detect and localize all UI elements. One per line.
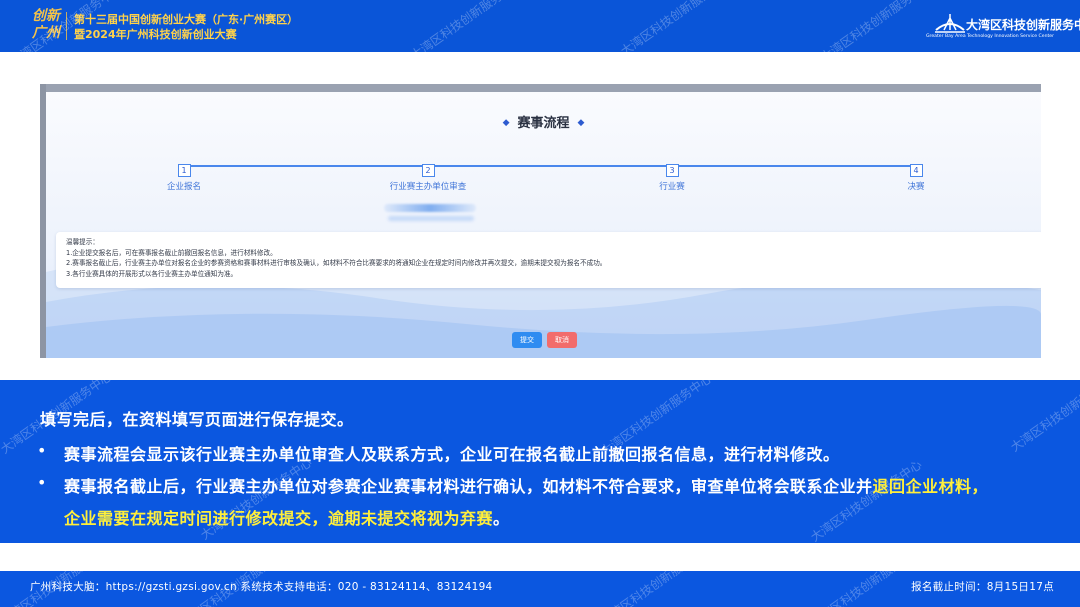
bullet-icon: • — [37, 473, 47, 492]
watermark: 大湾区科技创新服务中心 — [618, 0, 735, 52]
logo-calligraphy-2: 广州 — [32, 25, 60, 41]
diamond-icon: ◆ — [577, 118, 585, 128]
info-line-1: 赛事流程会显示该行业赛主办单位审查人及联系方式，企业可在报名截止前撤回报名信息，… — [64, 445, 840, 464]
info-line-3-end: 。 — [493, 509, 510, 528]
diamond-icon: ◆ — [502, 118, 510, 128]
watermark: 大湾区科技创新服务中心 — [818, 0, 935, 52]
info-highlight-deadline: 企业需要在规定时间进行修改提交，逾期未提交将视为弃赛 — [64, 509, 494, 528]
tip-item: 3.各行业赛具体的开展形式以各行业赛主办单位通知为准。 — [66, 269, 238, 278]
intro-text: 填写完后，在资料填写页面进行保存提交。 — [40, 410, 354, 429]
stepper-line — [184, 165, 914, 167]
step-2: 2 行业赛主办单位审查 — [368, 158, 488, 192]
slide: 创新 广州 第十三届中国创新创业大赛（广东·广州赛区） 暨2024年广州科技创新… — [0, 0, 1080, 607]
step-number: 2 — [421, 164, 435, 177]
submit-button[interactable]: 提交 — [512, 332, 542, 348]
step-number: 3 — [665, 164, 679, 177]
competition-title-line1: 第十三届中国创新创业大赛（广东·广州赛区） — [74, 13, 299, 26]
tip-item: 2.赛事报名截止后，行业赛主办单位对报名企业的参赛资格和赛事材料进行审核及确认，… — [66, 259, 607, 267]
watermark: 大湾区科技创新服务中心 — [807, 571, 925, 607]
watermark: 大湾区科技创新服务中心 — [198, 455, 315, 543]
watermark: 大湾区科技创新服务中心 — [808, 457, 925, 543]
info-line-3: 企业需要在规定时间进行修改提交，逾期未提交将视为弃赛。 — [64, 505, 510, 529]
info-line-2-text: 赛事报名截止后，行业赛主办单位对参赛企业赛事材料进行确认，如材料不符合要求，审查… — [64, 477, 873, 496]
step-number: 4 — [909, 164, 923, 177]
step-4: 4 决赛 — [856, 158, 976, 192]
competition-title-line2: 暨2024年广州科技创新创业大赛 — [74, 28, 237, 41]
step-number: 1 — [177, 164, 191, 177]
service-center-name: 大湾区科技创新服务中心 — [966, 18, 1080, 32]
step-label: 行业赛 — [659, 182, 685, 192]
cancel-button[interactable]: 取消 — [547, 332, 577, 348]
tips-heading: 温馨提示： — [66, 238, 99, 246]
top-header: 创新 广州 第十三届中国创新创业大赛（广东·广州赛区） 暨2024年广州科技创新… — [0, 0, 1080, 52]
bullet-icon: • — [37, 441, 47, 460]
modal-title: ◆ 赛事流程 ◆ — [46, 112, 1041, 131]
watermark: 大湾区科技创新服务中心 — [408, 0, 525, 52]
info-line-2: 赛事报名截止后，行业赛主办单位对参赛企业赛事材料进行确认，如材料不符合要求，审查… — [64, 473, 988, 497]
step-3: 3 行业赛 — [612, 158, 732, 192]
competition-logo: 创新 广州 — [32, 8, 62, 44]
footer-deadline: 报名截止时间：8月15日17点 — [911, 581, 1054, 593]
footer-contact: 广州科技大脑：https://gzsti.gzsi.gov.cn 系统技术支持电… — [30, 581, 493, 593]
logo-calligraphy-1: 创新 — [32, 8, 60, 24]
bridge-icon — [935, 14, 965, 33]
tips-box: 温馨提示： 1.企业提交报名后，可在赛事报名截止前撤回报名信息，进行材料修改。 … — [56, 232, 1041, 288]
step-label: 行业赛主办单位审查 — [389, 182, 467, 192]
modal-title-text: 赛事流程 — [517, 116, 570, 131]
step-1: 1 企业报名 — [124, 158, 244, 192]
step-label: 企业报名 — [166, 182, 201, 192]
watermark: 大湾区科技创新服务中心 — [597, 571, 715, 607]
info-highlight-return: 退回企业材料， — [872, 477, 989, 496]
service-center-name-en: Greater Bay Area Technology Innovation S… — [926, 34, 1055, 39]
blurred-reviewer-contact — [388, 216, 474, 221]
tip-item: 1.企业提交报名后，可在赛事报名截止前撤回报名信息，进行材料修改。 — [66, 248, 277, 257]
blurred-reviewer-info — [384, 204, 476, 212]
process-modal: ◆ 赛事流程 ◆ 1 企业报名 2 行业赛主办单位审查 3 行业赛 4 决赛 温… — [46, 92, 1041, 358]
step-label: 决赛 — [907, 182, 925, 192]
process-screenshot: ◆ 赛事流程 ◆ 1 企业报名 2 行业赛主办单位审查 3 行业赛 4 决赛 温… — [40, 84, 1041, 358]
competition-title: 第十三届中国创新创业大赛（广东·广州赛区） 暨2024年广州科技创新创业大赛 — [74, 12, 298, 42]
header-divider — [66, 12, 67, 40]
watermark: 大湾区科技创新服务中心 — [1008, 380, 1080, 455]
service-center-logo: 大湾区科技创新服务中心 Greater Bay Area Technology … — [926, 10, 1080, 44]
instruction-panel: 大湾区科技创新服务中心 大湾区科技创新服务中心 大湾区科技创新服务中心 大湾区科… — [0, 380, 1080, 543]
footer: 大湾区科技创新服务中心 大湾区科技创新服务中心 大湾区科技创新服务中心 大湾区科… — [0, 571, 1080, 607]
